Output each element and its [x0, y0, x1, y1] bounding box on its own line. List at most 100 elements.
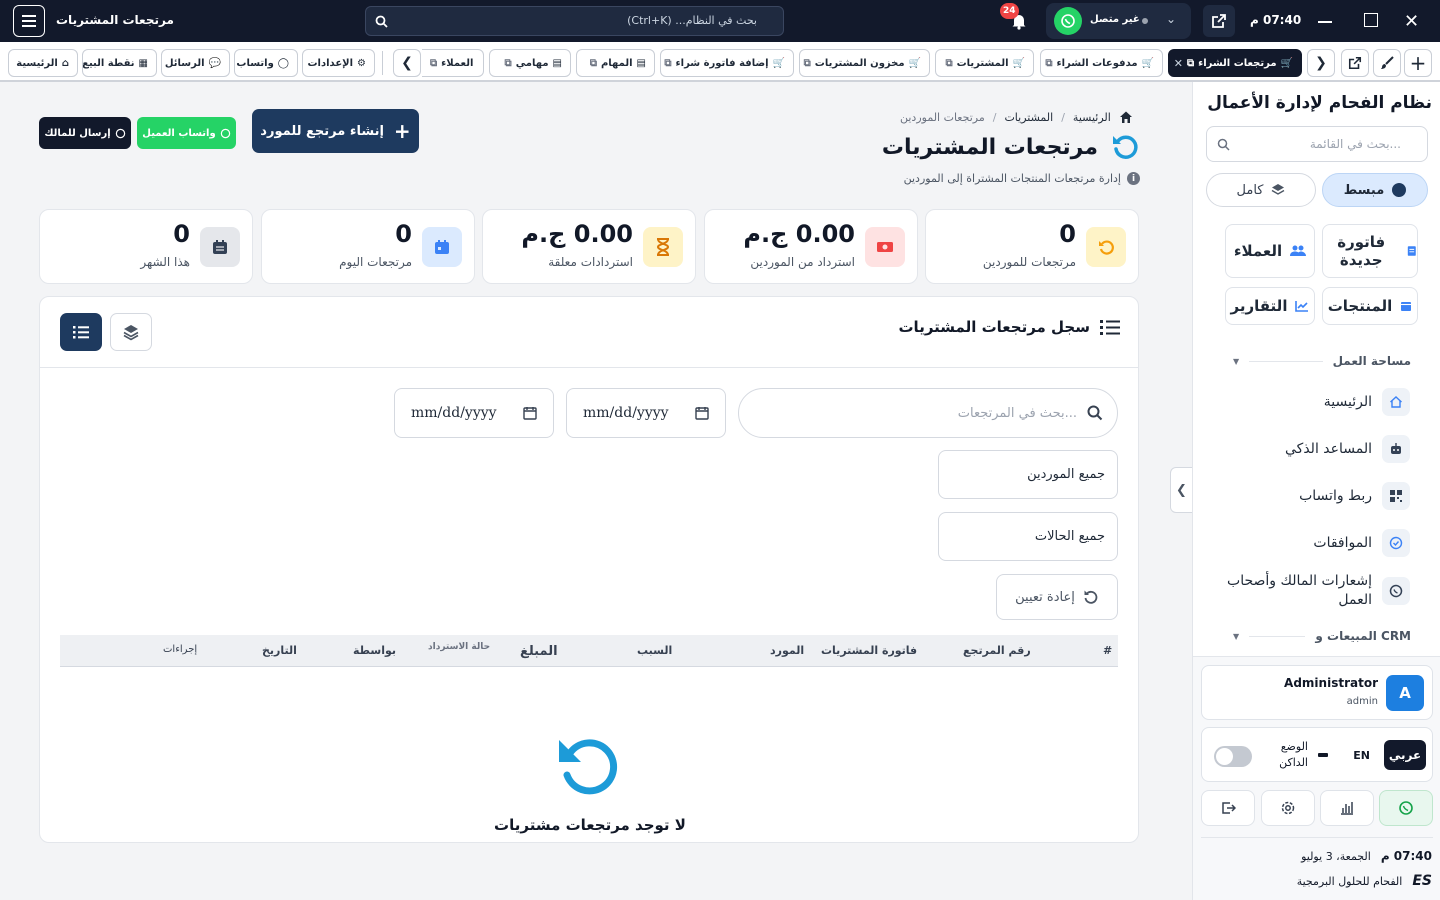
sidebar-date: الجمعة، 3 يوليو: [1301, 849, 1371, 863]
quick-whatsapp[interactable]: واتساب ◯: [234, 49, 298, 77]
panel-title: سجل مرتجعات المشتريات: [898, 318, 1090, 336]
sidebar-collapse-button[interactable]: ❮: [1170, 467, 1193, 513]
box-icon: [1401, 302, 1412, 311]
search-icon: [1087, 405, 1103, 421]
quick-new-invoice[interactable]: فاتورة جديدة: [1322, 224, 1418, 278]
status-filter-select[interactable]: جميع الحالات: [938, 512, 1118, 561]
chart-line-icon: [1295, 301, 1309, 312]
quick-pos[interactable]: نقطة البيع ▦: [82, 49, 157, 77]
robot-icon: [1382, 435, 1410, 463]
tab-scroll-left[interactable]: ❮: [393, 49, 421, 77]
footer-whatsapp-button[interactable]: [1379, 790, 1433, 826]
quick-home[interactable]: الرئيسية ⌂: [8, 49, 78, 77]
notification-badge: 24: [1000, 3, 1019, 19]
breadcrumb: الرئيسية / المشتريات / مرتجعات الموردين: [900, 110, 1140, 124]
stat-card-supplier-returns: 0 مرتجعات للموردين: [925, 209, 1139, 284]
undo-icon: [559, 739, 618, 795]
quick-messages[interactable]: الرسائل 💬: [161, 49, 230, 77]
sidebar-search-input[interactable]: بحث في القائمة...: [1206, 126, 1428, 162]
tab-bar: + ❯ ✕ ⧉ مرتجعات الشراء 🛒 ⧉ مدفوعات الشراء…: [0, 42, 1440, 82]
brush-tool-button[interactable]: [1373, 49, 1401, 77]
lang-ar-button[interactable]: عربي: [1384, 740, 1426, 770]
external-link-icon: ⧉: [803, 57, 811, 69]
page-title-row: مرتجعات المشتريات: [880, 132, 1140, 162]
date-from-input[interactable]: mm/dd/yyyy: [566, 388, 726, 438]
new-tab-button[interactable]: +: [1404, 49, 1432, 77]
app-title: مرتجعات المشتريات: [56, 13, 174, 27]
breadcrumb-home[interactable]: الرئيسية: [1073, 111, 1111, 124]
card-view-button[interactable]: [110, 313, 152, 351]
whatsapp-icon: [1054, 7, 1082, 35]
chevron-down-icon: ▼: [1233, 356, 1240, 366]
avatar: A: [1386, 675, 1424, 711]
chevron-down-icon[interactable]: ⌄: [1166, 12, 1176, 26]
reset-icon: [1084, 590, 1098, 604]
tab-purchase-payments[interactable]: ⧉ مدفوعات الشراء 🛒: [1040, 49, 1163, 77]
sidebar-clock: 07:40 م: [1380, 849, 1432, 863]
tab-my-tasks[interactable]: ⧉ مهامي ▤: [489, 49, 571, 77]
stat-value: 0.00 ج.م: [743, 220, 855, 248]
external-link-icon: ⧉: [664, 57, 672, 69]
section-workspace[interactable]: ▼ مساحة العمل: [1233, 354, 1411, 368]
sidebar-item-ai-assistant[interactable]: المساعد الذكي: [1285, 435, 1410, 463]
close-window-button[interactable]: ✕: [1404, 11, 1419, 32]
whatsapp-status[interactable]: غير متصل ⌄: [1046, 3, 1191, 39]
sidebar-item-home[interactable]: الرئيسية: [1324, 388, 1410, 416]
tab-scroll-right[interactable]: ❯: [1307, 49, 1335, 77]
gear-icon: [1281, 801, 1295, 815]
maximize-window-button[interactable]: [1364, 13, 1378, 27]
whatsapp-icon: [1399, 801, 1413, 815]
footer-logout-button[interactable]: [1201, 790, 1255, 826]
mode-simple-toggle[interactable]: مبسط: [1322, 173, 1428, 207]
sidebar-item-owner-notifications[interactable]: إشعارات المالك وأصحاب العمل: [1210, 572, 1410, 610]
external-link-button[interactable]: [1203, 5, 1235, 37]
chevron-down-icon: ▼: [1233, 631, 1240, 641]
divider: [39, 367, 1139, 368]
section-sales-crm[interactable]: ▼ المبيعات و CRM: [1233, 629, 1411, 643]
sidebar-item-approvals[interactable]: الموافقات: [1313, 529, 1410, 557]
detach-tab-button[interactable]: [1341, 49, 1369, 77]
dark-mode-toggle[interactable]: [1214, 746, 1252, 767]
supplier-filter-select[interactable]: جميع الموردين: [938, 450, 1118, 499]
invoice-icon: [1408, 246, 1417, 256]
date-time: 07:40 م الجمعة، 3 يوليو: [1301, 849, 1432, 863]
external-link-icon: ⧉: [945, 57, 953, 69]
list-view-button[interactable]: [60, 313, 102, 351]
date-to-input[interactable]: mm/dd/yyyy: [394, 388, 554, 438]
tab-tasks[interactable]: ⧉ المهام ▤: [576, 49, 655, 77]
tab-purchase-returns[interactable]: ✕ ⧉ مرتجعات الشراء 🛒: [1168, 49, 1302, 77]
main-content: الرئيسية / المشتريات / مرتجعات الموردين …: [0, 82, 1170, 900]
user-card[interactable]: A Administrator admin: [1201, 665, 1433, 720]
connection-status: غير متصل: [1090, 14, 1140, 25]
breadcrumb-purchases[interactable]: المشتريات: [1004, 111, 1053, 124]
quick-reports[interactable]: التقارير: [1225, 287, 1315, 325]
global-search-input[interactable]: بحث في النظام... (Ctrl+K): [365, 6, 784, 36]
footer-settings-button[interactable]: [1261, 790, 1315, 826]
notifications-button[interactable]: 24: [1000, 3, 1036, 38]
tab-customers[interactable]: ⧉ العملاء: [422, 49, 484, 77]
whatsapp-icon: [115, 128, 125, 138]
returns-search-input[interactable]: بحث في المرتجعات...: [738, 388, 1118, 438]
footer-stats-button[interactable]: [1320, 790, 1374, 826]
create-supplier-return-button[interactable]: إنشاء مرتجع للمورد +: [252, 109, 419, 153]
lang-en-button[interactable]: EN: [1353, 749, 1370, 762]
send-owner-button[interactable]: إرسال للمالك: [39, 117, 131, 149]
reset-filters-button[interactable]: إعادة تعيين: [996, 574, 1118, 620]
menu-button[interactable]: [13, 5, 45, 37]
tab-purchase-inventory[interactable]: ⧉ مخزون المشتريات 🛒: [799, 49, 930, 77]
stat-value: 0: [395, 220, 412, 248]
whatsapp-icon: [1382, 576, 1410, 605]
info-icon: i: [1127, 172, 1140, 185]
user-role: admin: [1346, 696, 1378, 707]
quick-settings[interactable]: الإعدادات ⚙: [302, 49, 375, 77]
sidebar-item-whatsapp-link[interactable]: ربط واتساب: [1299, 482, 1410, 510]
money-icon: [865, 227, 905, 267]
quick-customers[interactable]: العملاء: [1225, 224, 1315, 278]
quick-products[interactable]: المنتجات: [1322, 287, 1418, 325]
minimize-window-button[interactable]: [1318, 21, 1332, 23]
tab-add-purchase-invoice[interactable]: ⧉ إضافة فاتورة شراء 🛒: [660, 49, 794, 77]
mode-full-toggle[interactable]: كامل: [1206, 173, 1316, 207]
tab-purchases[interactable]: ⧉ المشتريات 🛒: [935, 49, 1034, 77]
whatsapp-client-button[interactable]: واتساب العميل: [137, 117, 236, 149]
close-tab-icon[interactable]: ✕: [1174, 57, 1183, 70]
